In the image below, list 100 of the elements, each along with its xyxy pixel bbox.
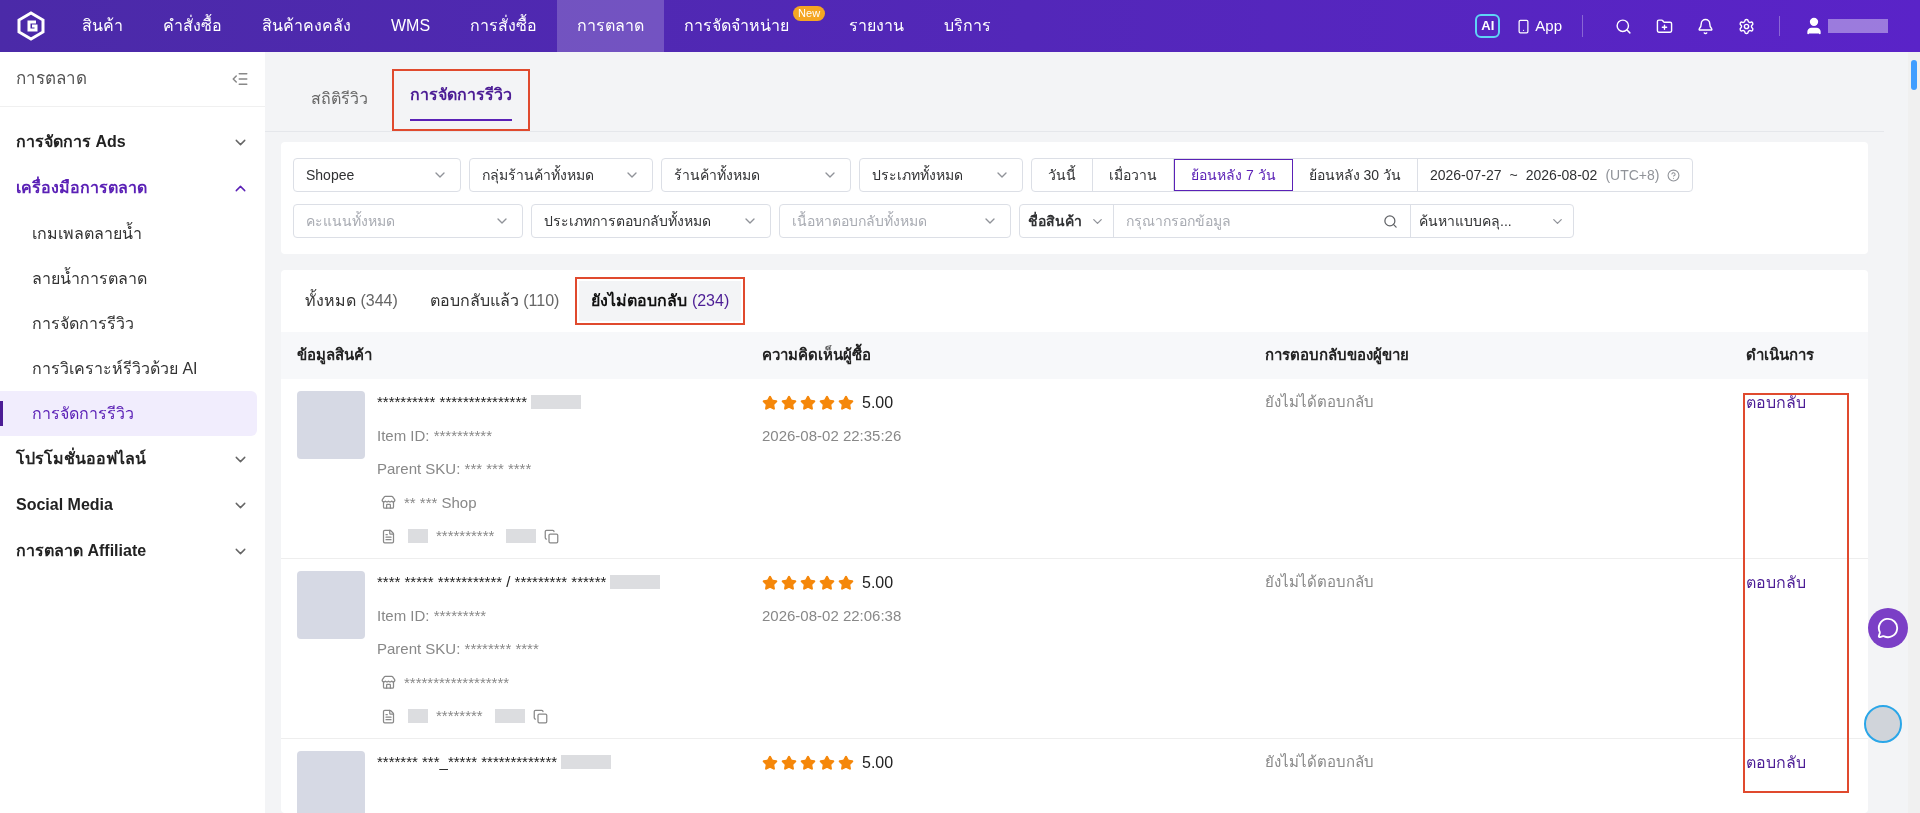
redaction-block [610, 575, 661, 590]
product-name: **** ***** *********** / ********* ****** [377, 572, 607, 592]
product-image-placeholder [297, 571, 365, 639]
item-id: Item ID: ********* [377, 605, 487, 626]
rating-value: 5.00 [862, 573, 894, 593]
rating-value: 5.00 [862, 753, 894, 773]
select-field[interactable]: ประเภททั้งหมด [859, 158, 1023, 192]
star-icon [800, 755, 816, 771]
sidebar-group[interactable]: Social Media [0, 482, 265, 528]
sidebar-group[interactable]: โปรโมชั่นออฟไลน์ [0, 436, 265, 482]
bell-icon[interactable] [1697, 17, 1714, 35]
nav-tab[interactable]: สินค้า [62, 0, 143, 52]
shop-name: ****************** [404, 672, 510, 693]
review-time: 2026-08-02 22:35:26 [762, 426, 903, 446]
store-icon [381, 675, 396, 691]
column-header: ข้อมูลสินค้า [297, 345, 373, 367]
new-badge: New [793, 6, 826, 21]
logo-icon [16, 11, 46, 41]
folder-plus-icon[interactable] [1656, 17, 1673, 35]
redaction-block [561, 755, 612, 770]
user-icon[interactable] [1804, 16, 1824, 36]
search-icon[interactable] [1615, 17, 1632, 35]
sidebar-item[interactable]: การจัดการรีวิว [0, 391, 257, 436]
nav-tab[interactable]: การจัดจำหน่าย New [664, 0, 830, 52]
redaction-block [408, 529, 428, 544]
star-icon [800, 575, 816, 591]
nav-tab[interactable]: การสั่งซื้อ [450, 0, 558, 52]
star-icon [838, 575, 854, 591]
nav-tab[interactable]: สินค้าคงคลัง [242, 0, 371, 52]
reply-status: ยังไม่ได้ตอบกลับ [1265, 393, 1374, 410]
star-icon [819, 575, 835, 591]
redaction-block [408, 709, 428, 724]
status-tab[interactable]: ทั้งหมด (344) [293, 281, 410, 321]
rating-value: 5.00 [862, 393, 894, 413]
redaction-block [506, 529, 537, 544]
page-tab[interactable]: การจัดการรีวิว [392, 69, 530, 131]
phone-icon [1516, 18, 1532, 34]
product-image-placeholder [297, 751, 365, 813]
product-image-placeholder [297, 391, 365, 459]
select-field[interactable]: ประเภทการตอบกลับทั้งหมด [531, 204, 771, 238]
column-header: การตอบกลับของผู้ขาย [1265, 345, 1410, 367]
nav-tab[interactable]: รายงาน [829, 0, 925, 52]
product-name: ********** *************** [377, 392, 528, 412]
nav-tab[interactable]: บริการ [924, 0, 1012, 52]
copy-icon[interactable] [544, 528, 560, 544]
ai-button[interactable]: AI [1475, 14, 1501, 38]
sidebar-group[interactable]: เครื่องมือการตลาด [0, 165, 265, 211]
reply-status: ยังไม่ได้ตอบกลับ [1265, 753, 1374, 770]
star-icon [781, 575, 797, 591]
star-icon [762, 575, 778, 591]
sidebar-title: การตลาด [16, 68, 87, 91]
select-field[interactable]: ร้านค้าทั้งหมด [661, 158, 851, 192]
status-tab[interactable]: ตอบกลับแล้ว (110) [417, 281, 572, 321]
sidebar-group[interactable]: การตลาด Affiliate [0, 528, 265, 574]
sidebar-group[interactable]: การจัดการ Ads [0, 119, 265, 165]
nav-tab[interactable]: คำสั่งซื้อ [143, 0, 242, 52]
redaction-block [531, 395, 582, 410]
star-icon [838, 395, 854, 411]
chat-icon [1877, 617, 1899, 639]
reply-link[interactable]: ตอบกลับ [1746, 574, 1806, 591]
page-tab[interactable]: สถิติรีวิว [295, 75, 384, 131]
order-number: ******** [436, 706, 483, 726]
star-icon [781, 755, 797, 771]
order-number: ********** [436, 526, 495, 546]
copy-icon[interactable] [532, 708, 548, 724]
settings-icon[interactable] [1738, 17, 1755, 35]
redaction-block [494, 709, 525, 724]
star-icon [781, 395, 797, 411]
sidebar-item[interactable]: ลายน้ำการตลาด [0, 256, 257, 301]
app-button[interactable]: App [1516, 14, 1583, 38]
product-name: ******* ***_***** ************* [377, 752, 558, 772]
document-icon [381, 708, 396, 724]
reply-status: ยังไม่ได้ตอบกลับ [1265, 573, 1374, 590]
active-indicator [0, 401, 3, 426]
sidebar-item[interactable]: การวิเคราะห์รีวิวด้วย AI [0, 346, 257, 391]
sidebar-item[interactable]: เกมเพลตลายน้ำ [0, 211, 257, 256]
select-field[interactable]: กลุ่มร้านค้าทั้งหมด [469, 158, 653, 192]
shop-name: ** *** Shop [404, 492, 477, 513]
sidebar-item[interactable]: การจัดการรีวิว [0, 301, 257, 346]
select-field[interactable]: Shopee [293, 158, 461, 192]
star-icon [800, 395, 816, 411]
reply-link[interactable]: ตอบกลับ [1746, 394, 1806, 411]
star-icon [762, 395, 778, 411]
store-icon [381, 495, 396, 511]
nav-tab[interactable]: WMS [371, 0, 451, 52]
star-icon [838, 755, 854, 771]
collapse-icon[interactable] [231, 70, 249, 88]
nav-tab[interactable]: การตลาด [557, 0, 665, 52]
reply-link[interactable]: ตอบกลับ [1746, 754, 1806, 771]
chat-button[interactable] [1868, 608, 1908, 648]
review-time: 2026-08-02 22:06:38 [762, 606, 903, 626]
item-id: Item ID: ********** [377, 425, 493, 446]
column-header: ความคิดเห็นผู้ซื้อ [762, 344, 1265, 367]
parent-sku: Parent SKU: ******** **** [377, 639, 540, 659]
star-icon [762, 755, 778, 771]
redaction-block [1828, 19, 1888, 33]
document-icon [381, 528, 396, 544]
star-icon [819, 395, 835, 411]
column-header: ดำเนินการ [1745, 345, 1815, 366]
parent-sku: Parent SKU: *** *** **** [377, 459, 533, 479]
